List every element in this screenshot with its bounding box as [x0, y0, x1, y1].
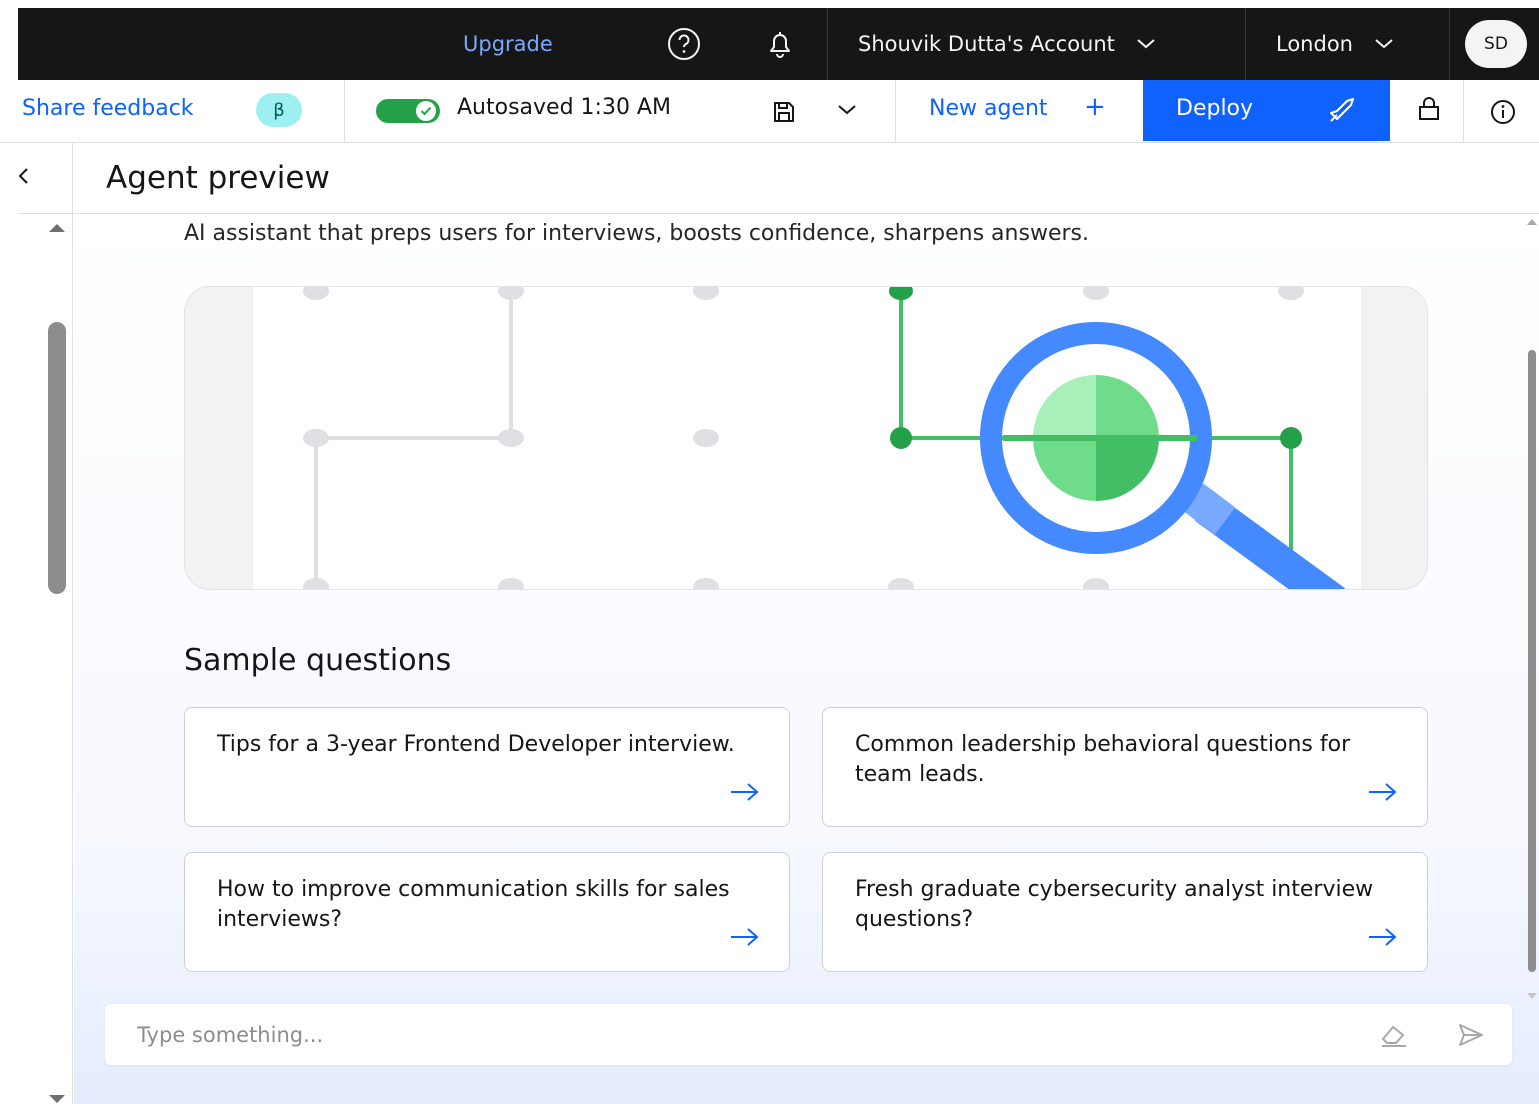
send-icon[interactable]	[1457, 1022, 1485, 1048]
scrollbar-thumb[interactable]	[48, 322, 66, 594]
new-agent-button[interactable]: New agent	[929, 96, 1048, 121]
region-selector[interactable]: London	[1276, 8, 1395, 80]
sample-question-card[interactable]: Fresh graduate cybersecurity analyst int…	[822, 852, 1428, 972]
deploy-button[interactable]: Deploy	[1143, 80, 1390, 141]
scroll-down-arrow[interactable]	[1526, 992, 1538, 1000]
save-icon[interactable]	[772, 100, 796, 124]
chevron-left-icon[interactable]	[16, 166, 32, 186]
share-feedback-link[interactable]: Share feedback	[22, 96, 194, 121]
info-icon[interactable]	[1490, 99, 1516, 125]
scroll-up-arrow[interactable]	[1526, 218, 1538, 226]
sample-question-card[interactable]: How to improve communication skills for …	[184, 852, 790, 972]
sample-question-text: Tips for a 3-year Frontend Developer int…	[217, 732, 735, 757]
agent-illustration	[184, 286, 1428, 590]
deploy-label: Deploy	[1176, 96, 1254, 121]
divider	[1463, 80, 1464, 142]
chevron-down-icon	[1135, 37, 1157, 51]
sample-questions-heading: Sample questions	[184, 643, 452, 678]
sample-question-card[interactable]: Tips for a 3-year Frontend Developer int…	[184, 707, 790, 827]
beta-badge: β	[256, 93, 302, 127]
top-navigation-bar: Upgrade Shouvik Dutta's Account London S…	[18, 8, 1539, 80]
plus-icon[interactable]: +	[1084, 92, 1106, 122]
sample-question-text: How to improve communication skills for …	[217, 877, 730, 932]
avatar[interactable]: SD	[1465, 20, 1527, 68]
region-label: London	[1276, 32, 1353, 56]
chevron-down-icon[interactable]	[836, 102, 858, 118]
autosave-toggle[interactable]	[376, 99, 440, 123]
scrollbar-thumb[interactable]	[1528, 350, 1536, 972]
rocket-icon	[1327, 97, 1357, 125]
chevron-down-icon	[1373, 37, 1395, 51]
agent-toolbar: Share feedback β Autosaved 1:30 AM New a…	[0, 80, 1539, 143]
eraser-icon[interactable]	[1379, 1021, 1409, 1049]
sample-question-card[interactable]: Common leadership behavioral questions f…	[822, 707, 1428, 827]
arrow-right-icon	[1367, 925, 1399, 949]
autosave-status: Autosaved 1:30 AM	[457, 95, 671, 120]
help-icon[interactable]	[666, 8, 702, 80]
sample-question-text: Common leadership behavioral questions f…	[855, 732, 1351, 787]
divider	[1449, 8, 1450, 80]
divider	[827, 8, 828, 80]
chat-input[interactable]	[105, 1004, 1345, 1065]
arrow-right-icon	[729, 780, 761, 804]
divider	[895, 80, 896, 142]
agent-description: AI assistant that preps users for interv…	[184, 221, 1089, 246]
divider	[1245, 8, 1246, 80]
search-illustration	[253, 287, 1361, 589]
divider	[72, 142, 73, 1104]
scroll-up-arrow[interactable]	[48, 222, 66, 234]
upgrade-link[interactable]: Upgrade	[463, 8, 553, 80]
arrow-right-icon	[1367, 780, 1399, 804]
account-switcher[interactable]: Shouvik Dutta's Account	[858, 8, 1157, 80]
sample-question-text: Fresh graduate cybersecurity analyst int…	[855, 877, 1374, 932]
divider	[344, 80, 345, 142]
lock-icon[interactable]	[1418, 96, 1440, 122]
arrow-right-icon	[729, 925, 761, 949]
account-label: Shouvik Dutta's Account	[858, 32, 1115, 56]
checkmark-icon	[416, 101, 436, 121]
scroll-down-arrow[interactable]	[48, 1094, 66, 1104]
page-title: Agent preview	[106, 160, 330, 196]
bell-icon[interactable]	[763, 8, 797, 80]
chat-input-bar	[105, 1004, 1512, 1065]
